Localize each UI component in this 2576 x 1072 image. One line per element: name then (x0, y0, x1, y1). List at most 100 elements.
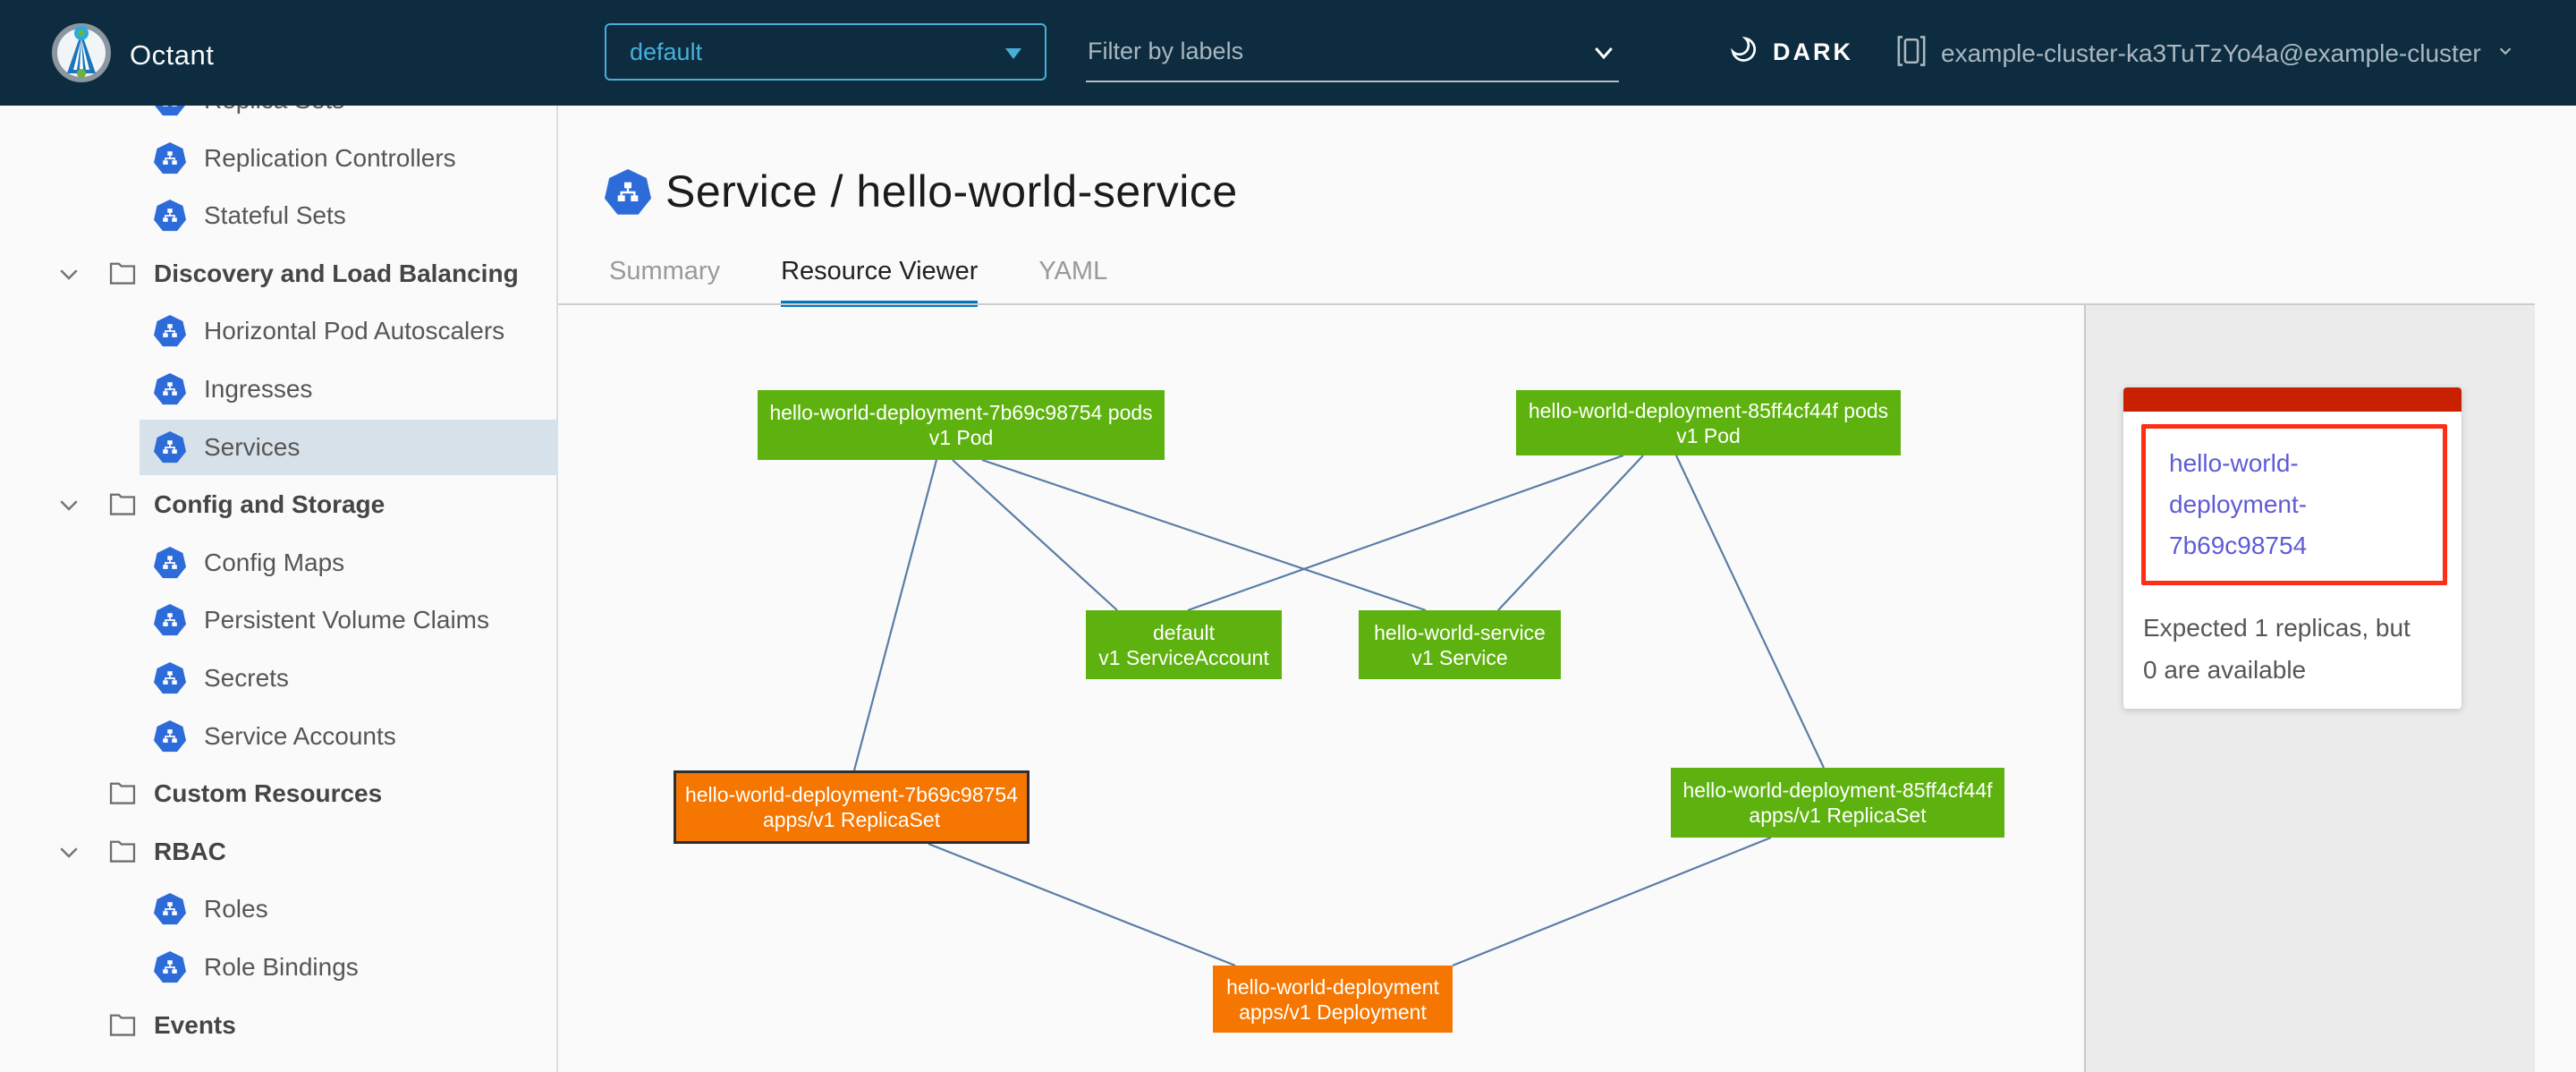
graph-node-name: hello-world-deployment-85ff4cf44f (1682, 778, 1992, 803)
graph-node-serviceaccount-default[interactable]: defaultv1 ServiceAccount (1086, 610, 1282, 679)
context-selector[interactable]: example-cluster-ka3TuTzYo4a@example-clus… (1896, 34, 2515, 72)
graph-node-kind: v1 Pod (929, 425, 994, 450)
graph-edge-replicaset-85ff4cf44f--deployment-hello-world (1453, 838, 1771, 966)
graph-node-replicaset-7b69c98754[interactable]: hello-world-deployment-7b69c98754apps/v1… (674, 770, 1030, 844)
sidebar-item-label: Replication Controllers (204, 144, 456, 173)
folder-icon (107, 779, 138, 811)
graph-node-kind: apps/v1 Deployment (1239, 1000, 1427, 1025)
service-accounts-icon (154, 720, 186, 753)
sidebar-item-role-bindings[interactable]: Role Bindings (0, 940, 558, 995)
sidebar-item-horizontal-pod-autoscalers[interactable]: Horizontal Pod Autoscalers (0, 303, 558, 359)
sidebar-item-label: Services (204, 433, 300, 462)
graph-edge-pods-7b69c98754--service-hello-world (982, 460, 1426, 610)
tab-summary[interactable]: Summary (609, 257, 720, 307)
alert-box: hello-world-deployment-7b69c98754 (2141, 424, 2447, 585)
graph-node-kind: apps/v1 ReplicaSet (763, 807, 940, 832)
resource-graph: hello-world-deployment-7b69c98754 podsv1… (558, 305, 2084, 1072)
sidebar-item-stateful-sets[interactable]: Stateful Sets (0, 188, 558, 243)
octant-logo-icon (49, 21, 114, 89)
sidebar-item-ingresses[interactable]: Ingresses (0, 362, 558, 417)
sidebar-section-label: Config and Storage (154, 490, 385, 519)
ingresses-icon (154, 373, 186, 405)
sidebar-item-rbac[interactable]: RBAC (0, 824, 558, 880)
role-bindings-icon (154, 951, 186, 983)
graph-edge-pods-7b69c98754--replicaset-7b69c98754 (854, 460, 936, 770)
sidebar-item-custom-resources[interactable]: Custom Resources (0, 766, 558, 821)
sidebar-item-secrets[interactable]: Secrets (0, 651, 558, 706)
dropdown-caret-icon (1005, 48, 1021, 59)
graph-node-name: hello-world-deployment (1226, 974, 1439, 1000)
graph-node-name: hello-world-deployment-7b69c98754 pods (769, 400, 1152, 425)
status-card-red-bar (2123, 387, 2462, 412)
sidebar-item-config-and-storage[interactable]: Config and Storage (0, 477, 558, 532)
tab-yaml[interactable]: YAML (1038, 257, 1107, 307)
sidebar: Replica SetsReplication ControllersState… (0, 0, 558, 1072)
app-title: Octant (130, 39, 214, 72)
filter-chevron-icon[interactable] (1590, 39, 1617, 71)
label-filter-input[interactable] (1086, 27, 1555, 75)
sidebar-section-label: Custom Resources (154, 779, 382, 808)
secrets-icon (154, 662, 186, 694)
namespace-value: default (630, 38, 702, 66)
graph-node-name: hello-world-deployment-7b69c98754 (685, 782, 1018, 807)
tab-resource-viewer[interactable]: Resource Viewer (781, 257, 978, 307)
graph-node-deployment-hello-world[interactable]: hello-world-deploymentapps/v1 Deployment (1213, 966, 1453, 1033)
folder-icon (107, 259, 138, 291)
folder-icon (107, 838, 138, 869)
moon-icon (1728, 34, 1760, 71)
sidebar-item-config-maps[interactable]: Config Maps (0, 535, 558, 591)
graph-node-name: hello-world-service (1374, 620, 1546, 645)
theme-toggle[interactable]: DARK (1728, 34, 1853, 71)
graph-edge-pods-85ff4cf44f--replicaset-85ff4cf44f (1676, 455, 1824, 768)
sidebar-section-label: RBAC (154, 838, 226, 866)
sidebar-item-persistent-volume-claims[interactable]: Persistent Volume Claims (0, 592, 558, 648)
graph-node-kind: apps/v1 ReplicaSet (1749, 803, 1926, 828)
graph-node-pods-7b69c98754[interactable]: hello-world-deployment-7b69c98754 podsv1… (758, 390, 1165, 460)
chevron-down-icon[interactable] (55, 838, 82, 870)
brand[interactable]: Octant (49, 21, 214, 89)
chevron-down-icon[interactable] (55, 491, 82, 523)
graph-node-pods-85ff4cf44f[interactable]: hello-world-deployment-85ff4cf44f podsv1… (1516, 390, 1901, 455)
service-resource-icon (605, 169, 651, 216)
graph-node-kind: v1 ServiceAccount (1098, 645, 1268, 670)
status-card: hello-world-deployment-7b69c98754 Expect… (2123, 387, 2462, 709)
cluster-context-icon (1896, 34, 1927, 72)
context-label: example-cluster-ka3TuTzYo4a@example-clus… (1941, 39, 2481, 68)
graph-node-name: default (1153, 620, 1215, 645)
chevron-down-icon[interactable] (55, 260, 82, 292)
sidebar-section-label: Events (154, 1011, 236, 1040)
app-header: Octant default DARK example-cluster-ka3T… (0, 0, 2576, 106)
graph-edge-pods-85ff4cf44f--serviceaccount-default (1188, 455, 1623, 610)
sidebar-item-label: Config Maps (204, 549, 344, 577)
graph-node-kind: v1 Service (1411, 645, 1507, 670)
graph-node-name: hello-world-deployment-85ff4cf44f pods (1529, 398, 1888, 423)
services-icon (154, 431, 186, 464)
sidebar-section-label: Discovery and Load Balancing (154, 259, 519, 288)
sidebar-item-services[interactable]: Services (0, 420, 558, 475)
sidebar-item-replication-controllers[interactable]: Replication Controllers (0, 131, 558, 186)
graph-edge-replicaset-7b69c98754--deployment-hello-world (928, 844, 1235, 966)
stateful-sets-icon (154, 200, 186, 232)
sidebar-item-events[interactable]: Events (0, 998, 558, 1053)
tab-bar: Summary Resource Viewer YAML (609, 257, 1107, 307)
sidebar-item-discovery-and-load-balancing[interactable]: Discovery and Load Balancing (0, 246, 558, 302)
label-filter (1086, 27, 1619, 82)
sidebar-item-label: Ingresses (204, 375, 312, 404)
replicaset-link[interactable]: hello-world-deployment-7b69c98754 (2169, 443, 2398, 566)
folder-icon (107, 1011, 138, 1042)
graph-node-service-hello-world[interactable]: hello-world-servicev1 Service (1359, 610, 1561, 679)
graph-node-kind: v1 Pod (1676, 423, 1741, 448)
sidebar-item-service-accounts[interactable]: Service Accounts (0, 709, 558, 764)
detail-panel: hello-world-deployment-7b69c98754 Expect… (2084, 305, 2535, 1072)
theme-label: DARK (1773, 38, 1853, 66)
replication-controllers-icon (154, 142, 186, 174)
persistent-volume-claims-icon (154, 604, 186, 636)
status-message: Expected 1 replicas, but 0 are available (2143, 607, 2422, 691)
sidebar-item-label: Role Bindings (204, 953, 359, 982)
graph-edge-pods-85ff4cf44f--service-hello-world (1498, 455, 1643, 610)
namespace-dropdown[interactable]: default (605, 23, 1046, 81)
graph-node-replicaset-85ff4cf44f[interactable]: hello-world-deployment-85ff4cf44fapps/v1… (1671, 768, 2004, 838)
sidebar-item-label: Secrets (204, 664, 289, 693)
sidebar-item-label: Roles (204, 895, 268, 923)
sidebar-item-roles[interactable]: Roles (0, 881, 558, 937)
